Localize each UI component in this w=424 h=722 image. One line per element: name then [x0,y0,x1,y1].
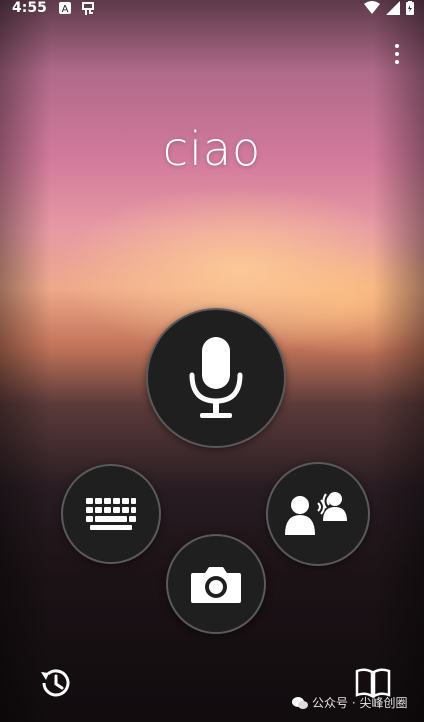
camera-icon [191,567,241,603]
status-time: 4:55 [12,0,47,16]
history-icon [41,669,70,697]
microphone-button[interactable] [146,308,286,448]
more-options-button[interactable] [386,40,408,68]
status-right-icons [364,1,414,15]
translated-phrase: ciao [162,122,262,176]
status-bar: 4:55 A [0,0,424,20]
a-badge-icon: A [59,2,71,15]
watermark-text: 公众号 · 尖峰创圈 [312,696,408,710]
app-icon [82,2,94,15]
conversation-icon [285,492,347,535]
wifi-icon [364,1,380,14]
camera-button[interactable] [166,534,266,634]
watermark: 公众号 · 尖峰创圈 [292,694,407,711]
signal-icon [386,1,400,15]
keyboard-button[interactable] [61,464,161,564]
wechat-icon [292,696,308,709]
microphone-icon [189,337,243,418]
conversation-button[interactable] [266,462,370,566]
more-vert-icon [395,44,399,48]
notification-icons: A [58,1,96,17]
svg-text:A: A [62,4,69,15]
history-button[interactable] [36,664,74,702]
battery-icon [406,1,414,15]
keyboard-icon [86,498,136,530]
